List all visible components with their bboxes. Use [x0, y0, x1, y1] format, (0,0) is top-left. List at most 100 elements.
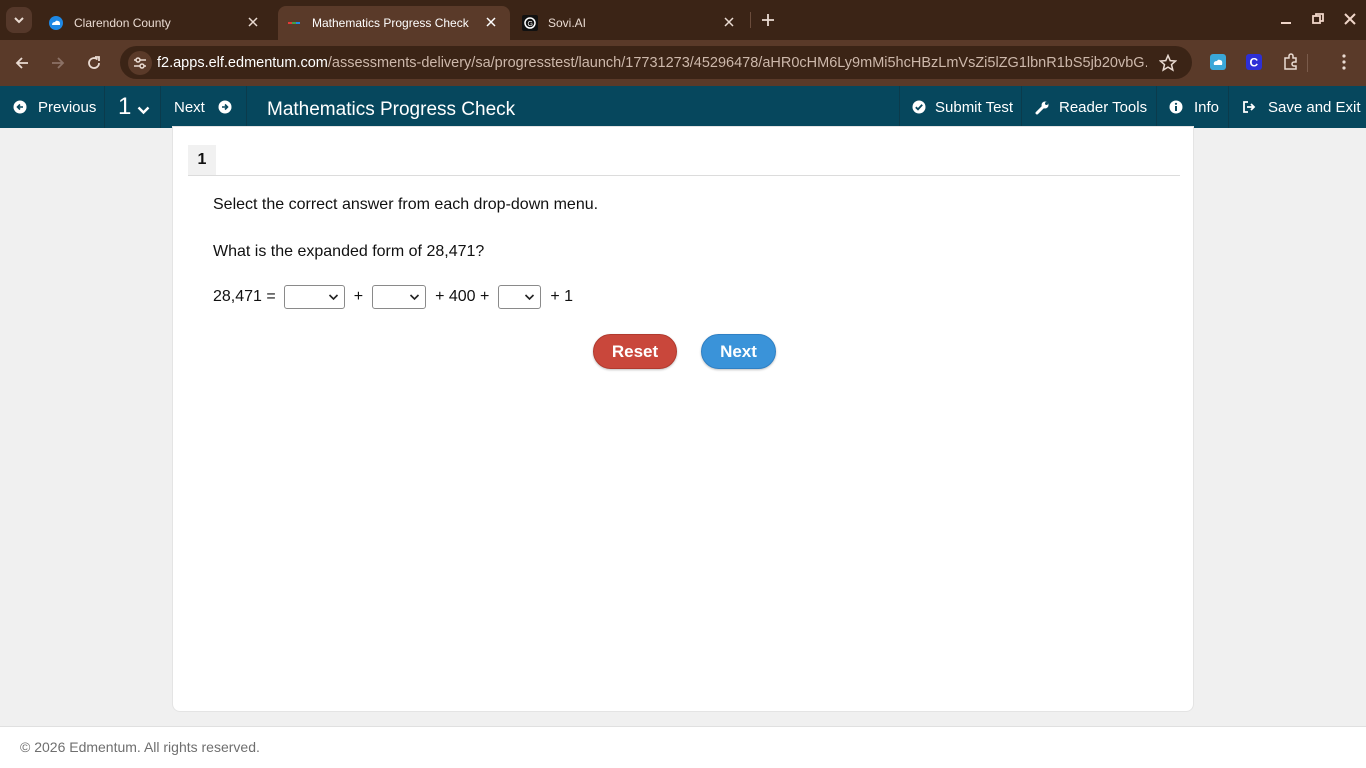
close-tab-icon[interactable]: [244, 13, 262, 31]
equation-lhs: 28,471 =: [213, 288, 276, 305]
footer: © 2026 Edmentum. All rights reserved.: [0, 726, 1366, 768]
divider: [188, 175, 1180, 176]
reload-icon: [88, 56, 100, 69]
reload-button[interactable]: [83, 52, 105, 74]
edmentum-favicon-icon: [288, 22, 300, 24]
close-icon: [1344, 13, 1356, 25]
header-divider: [160, 86, 161, 128]
extensions-button[interactable]: [1281, 52, 1301, 72]
question-tab[interactable]: 1: [188, 145, 216, 175]
tab-label: Mathematics Progress Check: [312, 16, 469, 30]
submit-label: Submit Test: [935, 98, 1014, 116]
header-divider: [899, 86, 900, 128]
save-and-exit-button[interactable]: Save and Exit: [1241, 86, 1361, 128]
tab-sovi-ai[interactable]: G Sovi.AI: [514, 6, 748, 40]
header-divider: [104, 86, 105, 128]
tune-icon: [134, 57, 146, 69]
reset-button[interactable]: Reset: [593, 334, 677, 369]
restore-icon: [1312, 13, 1324, 24]
cloud-extension-icon: [1210, 54, 1226, 70]
submit-test-button[interactable]: Submit Test: [911, 86, 1013, 128]
tab-separator: [750, 12, 751, 28]
instruction-text: Select the correct answer from each drop…: [213, 196, 599, 213]
wrench-icon: [1034, 99, 1050, 115]
extension-c-button[interactable]: C: [1244, 52, 1264, 72]
minimize-button[interactable]: [1275, 8, 1297, 30]
svg-text:G: G: [528, 21, 533, 28]
url-text: f2.apps.elf.edmentum.com/assessments-del…: [157, 55, 1147, 71]
svg-text:C: C: [1250, 56, 1259, 70]
info-label: Info: [1194, 98, 1220, 116]
close-tab-icon[interactable]: [720, 13, 738, 31]
extension-cloud-button[interactable]: [1208, 52, 1228, 72]
previous-button[interactable]: Previous: [12, 86, 96, 128]
equation-middle: + 400 +: [435, 288, 490, 305]
sign-out-icon: [1241, 99, 1257, 115]
question-selector[interactable]: 1: [106, 86, 160, 128]
question-number: 1: [118, 93, 132, 120]
chevron-down-icon: [14, 17, 24, 24]
tab-label: Sovi.AI: [548, 16, 587, 30]
next-question-button[interactable]: Next: [174, 86, 233, 128]
url-path: /assessments-delivery/sa/progresstest/la…: [327, 55, 1147, 71]
chrome-menu-button[interactable]: [1334, 52, 1354, 72]
url-host: f2.apps.elf.edmentum.com: [157, 55, 328, 71]
c-extension-icon: C: [1246, 54, 1262, 70]
browser-tab-strip: Clarendon County Mathematics Progress Ch…: [0, 0, 1366, 40]
copyright-text: © 2026 Edmentum. All rights reserved.: [20, 739, 260, 755]
question-prompt: What is the expanded form of 28,471?: [213, 243, 485, 260]
save-exit-label: Save and Exit: [1268, 98, 1361, 116]
browser-toolbar: f2.apps.elf.edmentum.com/assessments-del…: [0, 40, 1366, 86]
previous-label: Previous: [38, 98, 97, 116]
chevron-down-icon: [328, 294, 338, 301]
reader-tools-label: Reader Tools: [1059, 98, 1148, 116]
minimize-icon: [1281, 22, 1291, 24]
back-button[interactable]: [11, 52, 33, 74]
chevron-down-icon: [410, 294, 420, 301]
arrow-left-icon: [15, 57, 28, 69]
tab-label: Clarendon County: [74, 16, 171, 30]
question-card: 1 Select the correct answer from each dr…: [172, 126, 1194, 712]
header-divider: [1156, 86, 1157, 128]
plus-sign: +: [353, 288, 364, 305]
sovi-favicon-icon: G: [522, 15, 538, 31]
header-divider: [1021, 86, 1022, 128]
arrow-right-icon: [52, 57, 65, 69]
bookmark-button[interactable]: [1158, 53, 1178, 73]
info-button[interactable]: Info: [1168, 86, 1219, 128]
more-vert-icon: [1342, 54, 1346, 70]
check-circle-icon: [911, 99, 927, 115]
assessment-title: Mathematics Progress Check: [267, 99, 516, 120]
address-bar[interactable]: f2.apps.elf.edmentum.com/assessments-del…: [120, 46, 1192, 79]
cloud-favicon-icon: [49, 16, 63, 30]
star-icon: [1159, 54, 1177, 72]
arrow-circle-right-icon: [217, 99, 233, 115]
close-tab-icon[interactable]: [482, 13, 500, 31]
dropdown-tens[interactable]: [498, 285, 542, 309]
chevron-down-icon: [138, 106, 150, 114]
site-info-button[interactable]: [128, 51, 152, 75]
puzzle-icon: [1284, 53, 1297, 70]
header-divider: [246, 86, 247, 128]
tab-clarendon-county[interactable]: Clarendon County: [40, 6, 272, 40]
next-label: Next: [174, 98, 205, 116]
forward-button[interactable]: [47, 52, 69, 74]
dropdown-ten-thousands[interactable]: [283, 285, 345, 309]
dropdown-thousands[interactable]: [372, 285, 427, 309]
toolbar-divider: [1307, 54, 1308, 72]
new-tab-button[interactable]: [758, 10, 778, 30]
chevron-down-icon: [525, 294, 535, 301]
tab-search-button[interactable]: [6, 7, 32, 33]
reader-tools-button[interactable]: Reader Tools: [1034, 86, 1147, 128]
close-window-button[interactable]: [1339, 8, 1361, 30]
tab-mathematics-progress-check[interactable]: Mathematics Progress Check: [278, 6, 510, 40]
next-button[interactable]: Next: [701, 334, 776, 369]
expanded-form-equation: 28,471 = + + 400 + + 1: [213, 284, 573, 310]
assessment-header: Previous 1 Next Mathematics Progress Che…: [0, 86, 1366, 128]
arrow-circle-left-icon: [12, 99, 28, 115]
plus-icon: [762, 14, 774, 26]
restore-button[interactable]: [1307, 8, 1329, 30]
equation-tail: + 1: [550, 288, 574, 305]
info-circle-icon: [1168, 99, 1184, 115]
header-divider: [1228, 86, 1229, 128]
